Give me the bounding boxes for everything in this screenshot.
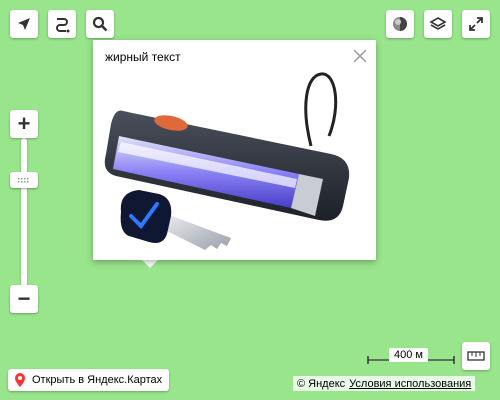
zoom-in-button[interactable]: + [10, 110, 38, 138]
zoom-track[interactable] [21, 138, 27, 288]
minus-icon: − [17, 286, 31, 311]
info-balloon: жирный текст [93, 40, 376, 260]
route-icon [56, 18, 70, 33]
uv-lamp-with-key-image [104, 72, 350, 250]
fullscreen-icon [469, 17, 483, 31]
traffic-icon [393, 17, 407, 31]
open-maps-label: Открыть в Яндекс.Картах [32, 374, 163, 386]
zoom-slider-handle[interactable] [10, 172, 38, 188]
layers-icon [429, 17, 447, 30]
plus-icon: + [17, 111, 31, 136]
fullscreen-button[interactable] [462, 10, 490, 38]
search-button[interactable] [86, 10, 114, 38]
navigation-arrow-icon [18, 18, 30, 30]
zoom-out-button[interactable]: − [10, 285, 38, 313]
copyright-label: © Яндекс [297, 377, 346, 390]
grip-icon [18, 178, 29, 183]
close-icon[interactable] [352, 48, 368, 64]
geolocation-button[interactable] [10, 10, 38, 38]
open-in-yandex-maps-button[interactable]: Открыть в Яндекс.Картах [8, 369, 170, 391]
terms-link[interactable]: Условия использования [349, 378, 471, 390]
balloon-text: жирный текст [105, 50, 181, 64]
ruler-button[interactable] [462, 342, 490, 370]
ruler-icon [467, 351, 485, 361]
layers-button[interactable] [424, 10, 452, 38]
search-icon [92, 16, 108, 32]
scale-label: 400 м [389, 348, 428, 362]
traffic-button[interactable] [386, 10, 414, 38]
route-button[interactable] [48, 10, 76, 38]
copyright-bar: © Яндекс Условия использования [293, 376, 476, 391]
map-pin-icon [15, 373, 25, 387]
